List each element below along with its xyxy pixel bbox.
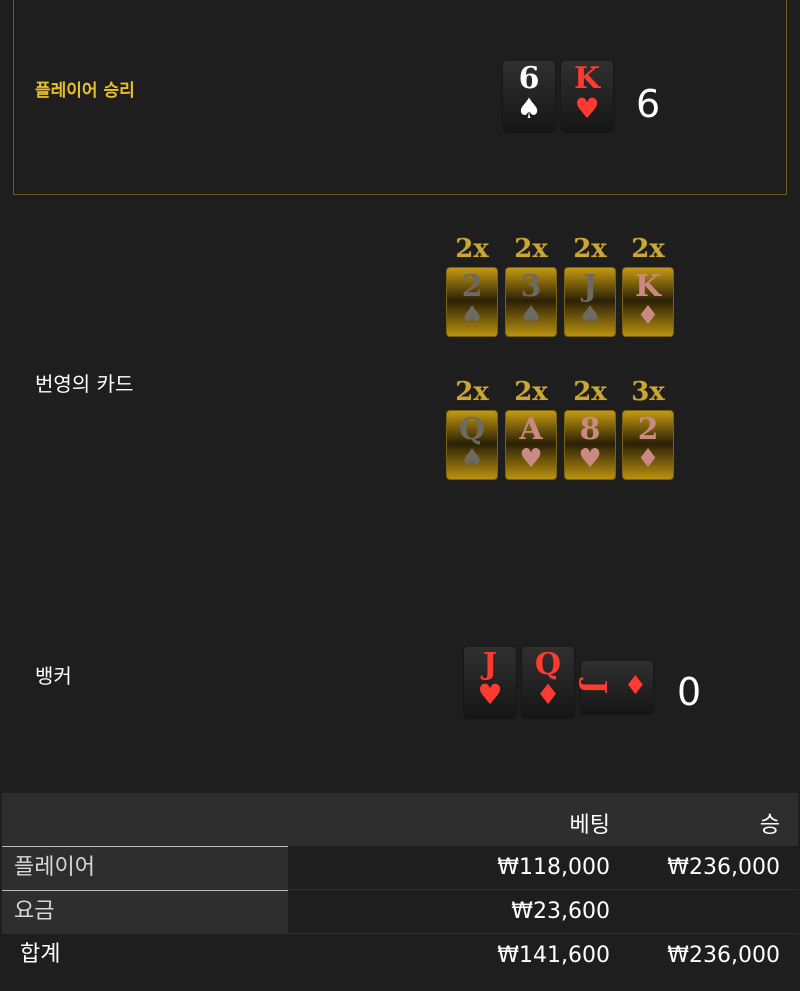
lucky-card-4: 2x K ♦ xyxy=(622,234,674,337)
card-rank: A xyxy=(519,412,543,447)
heart-icon: ♥ xyxy=(578,444,602,474)
multiplier: 2x xyxy=(514,377,548,407)
row-name: 플레이어 xyxy=(2,846,288,890)
multiplier: 2x xyxy=(455,377,489,407)
card-rank: J xyxy=(582,269,598,304)
lucky-card-5: 2x Q ♠ xyxy=(446,377,498,480)
row-bet: ₩118,000 xyxy=(497,855,610,880)
heart-icon: ♥ xyxy=(519,444,543,474)
card-rank: 6 xyxy=(518,61,540,96)
table-row: 요금 ₩23,600 xyxy=(2,889,798,934)
gold-card: K ♦ xyxy=(622,267,674,337)
multiplier: 2x xyxy=(514,234,548,264)
lucky-cards-label: 번영의 카드 xyxy=(35,372,134,396)
banker-card-3-sideways: J ♦ xyxy=(577,661,653,713)
card-rank: 3 xyxy=(520,269,542,304)
banker-label: 뱅커 xyxy=(35,664,72,688)
lucky-card-3: 2x J ♠ xyxy=(564,234,616,337)
total-name: 합계 xyxy=(20,942,61,967)
player-card-2: K ♥ xyxy=(561,61,613,131)
row-name: 요금 xyxy=(2,890,288,934)
card-rank: K xyxy=(634,269,662,304)
gold-card: 2 ♠ xyxy=(446,267,498,337)
banker-card-2: Q ♦ xyxy=(522,647,574,717)
total-row: 합계 ₩141,600 ₩236,000 xyxy=(2,933,798,977)
row-bet: ₩23,600 xyxy=(511,899,610,924)
spade-icon: ♠ xyxy=(460,444,484,474)
banker-card-1: J ♥ xyxy=(464,647,516,717)
card-rank: J xyxy=(482,647,498,682)
gold-card: 2 ♦ xyxy=(622,410,674,480)
banker-score: 0 xyxy=(677,670,702,714)
multiplier: 3x xyxy=(631,377,665,407)
diamond-icon: ♦ xyxy=(636,301,660,331)
multiplier: 2x xyxy=(455,234,489,264)
lucky-card-7: 2x 8 ♥ xyxy=(564,377,616,480)
lucky-card-6: 2x A ♥ xyxy=(505,377,557,480)
card-rank: 2 xyxy=(461,269,483,304)
card-rank: 2 xyxy=(637,412,659,447)
card-rank: 8 xyxy=(579,412,601,447)
gold-card: A ♥ xyxy=(505,410,557,480)
gold-card: 8 ♥ xyxy=(564,410,616,480)
column-bet: 베팅 xyxy=(569,813,610,838)
gold-card: Q ♠ xyxy=(446,410,498,480)
total-bet: ₩141,600 xyxy=(497,943,610,968)
card-rank: J xyxy=(577,679,613,695)
player-card-1: 6 ♠ xyxy=(503,61,555,131)
gold-card: J ♠ xyxy=(564,267,616,337)
payout-table: 베팅 승 플레이어 ₩118,000 ₩236,000 요금 ₩23,600 합… xyxy=(2,793,798,977)
multiplier: 2x xyxy=(631,234,665,264)
card-rank: Q xyxy=(458,412,486,447)
multiplier: 2x xyxy=(573,377,607,407)
lucky-card-2: 2x 3 ♠ xyxy=(505,234,557,337)
spade-icon: ♠ xyxy=(516,92,542,125)
table-row: 플레이어 ₩118,000 ₩236,000 xyxy=(2,845,798,890)
gold-card: 3 ♠ xyxy=(505,267,557,337)
row-win: ₩236,000 xyxy=(667,855,780,880)
spade-icon: ♠ xyxy=(460,301,484,331)
lucky-card-1: 2x 2 ♠ xyxy=(446,234,498,337)
total-win: ₩236,000 xyxy=(667,943,780,968)
round-result-panel: 플레이어 승리 6 ♠ K ♥ 6 번영의 카드 2x 2 ♠ 2x 3 ♠ 2… xyxy=(0,0,800,991)
result-title: 플레이어 승리 xyxy=(35,81,135,101)
diamond-icon: ♦ xyxy=(535,678,561,711)
spade-icon: ♠ xyxy=(519,301,543,331)
multiplier: 2x xyxy=(573,234,607,264)
diamond-icon: ♦ xyxy=(636,444,660,474)
card-rank: Q xyxy=(534,647,562,682)
player-score: 6 xyxy=(636,82,661,126)
lucky-card-8: 3x 2 ♦ xyxy=(622,377,674,480)
diamond-icon: ♦ xyxy=(623,671,647,701)
heart-icon: ♥ xyxy=(574,92,600,125)
spade-icon: ♠ xyxy=(578,301,602,331)
table-header: 베팅 승 xyxy=(2,793,798,845)
column-win: 승 xyxy=(759,813,780,838)
card-rank: K xyxy=(573,61,601,96)
heart-icon: ♥ xyxy=(477,678,503,711)
